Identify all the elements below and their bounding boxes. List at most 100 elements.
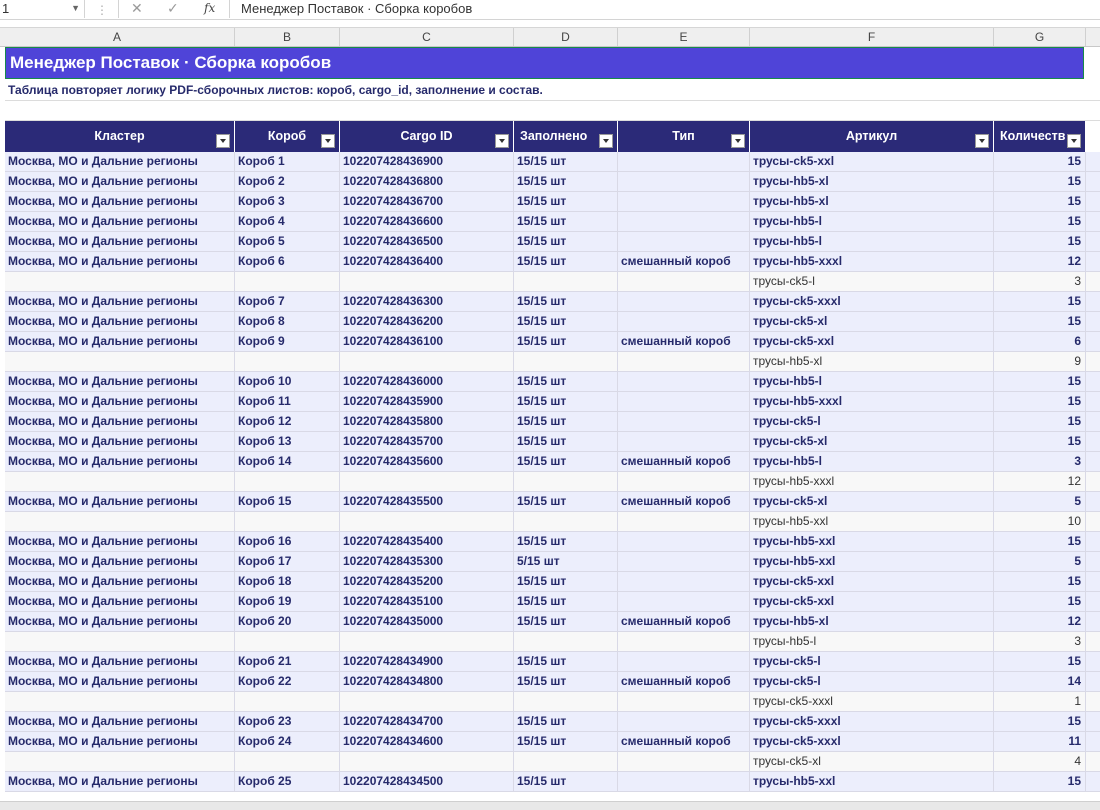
filled-cell[interactable]: 15/15 шт	[514, 392, 618, 411]
cluster-cell[interactable]	[5, 632, 235, 651]
type-cell[interactable]	[618, 752, 750, 771]
box-cell[interactable]: Короб 18	[235, 572, 340, 591]
quantity-cell[interactable]: 15	[994, 772, 1086, 791]
quantity-cell[interactable]: 9	[994, 352, 1086, 371]
cargo-id-cell[interactable]: 102207428434900	[340, 652, 514, 671]
quantity-cell[interactable]: 15	[994, 412, 1086, 431]
cancel-icon[interactable]: ✕	[131, 0, 143, 17]
article-cell[interactable]: трусы-ck5-l	[750, 672, 994, 691]
quantity-cell[interactable]: 15	[994, 192, 1086, 211]
box-cell[interactable]: Короб 12	[235, 412, 340, 431]
quantity-cell[interactable]: 15	[994, 572, 1086, 591]
box-cell[interactable]	[235, 692, 340, 711]
name-box[interactable]: 1 ▼	[0, 0, 85, 18]
box-cell[interactable]	[235, 472, 340, 491]
article-cell[interactable]: трусы-ck5-xxl	[750, 332, 994, 351]
quantity-cell[interactable]: 10	[994, 512, 1086, 531]
function-icon[interactable]: fx	[204, 1, 215, 15]
cluster-cell[interactable]: Москва, МО и Дальние регионы	[5, 492, 235, 511]
article-cell[interactable]: трусы-ck5-xxxl	[750, 692, 994, 711]
cargo-id-cell[interactable]: 102207428436000	[340, 372, 514, 391]
type-cell[interactable]	[618, 552, 750, 571]
type-cell[interactable]	[618, 272, 750, 291]
box-cell[interactable]: Короб 8	[235, 312, 340, 331]
type-cell[interactable]	[618, 412, 750, 431]
type-cell[interactable]	[618, 352, 750, 371]
box-cell[interactable]: Короб 2	[235, 172, 340, 191]
filled-cell[interactable]: 15/15 шт	[514, 652, 618, 671]
cluster-cell[interactable]: Москва, МО и Дальние регионы	[5, 292, 235, 311]
type-cell[interactable]	[618, 652, 750, 671]
article-cell[interactable]: трусы-ck5-xxxl	[750, 732, 994, 751]
article-cell[interactable]: трусы-hb5-xxl	[750, 532, 994, 551]
type-cell[interactable]	[618, 472, 750, 491]
article-cell[interactable]: трусы-ck5-xl	[750, 492, 994, 511]
cluster-cell[interactable]: Москва, МО и Дальние регионы	[5, 312, 235, 331]
cluster-cell[interactable]: Москва, МО и Дальние регионы	[5, 452, 235, 471]
cargo-id-cell[interactable]: 102207428436800	[340, 172, 514, 191]
type-cell[interactable]	[618, 712, 750, 731]
cargo-id-cell[interactable]: 102207428434500	[340, 772, 514, 791]
cargo-id-cell[interactable]: 102207428434700	[340, 712, 514, 731]
box-cell[interactable]: Короб 10	[235, 372, 340, 391]
type-cell[interactable]: смешанный короб	[618, 252, 750, 271]
formula-input[interactable]: Менеджер Поставок · Сборка коробов	[241, 1, 472, 16]
cargo-id-cell[interactable]: 102207428436900	[340, 152, 514, 171]
cluster-cell[interactable]: Москва, МО и Дальние регионы	[5, 372, 235, 391]
cargo-id-cell[interactable]: 102207428436600	[340, 212, 514, 231]
box-cell[interactable]: Короб 24	[235, 732, 340, 751]
type-cell[interactable]	[618, 192, 750, 211]
column-header-e[interactable]: E	[618, 28, 750, 46]
filter-dropdown-icon[interactable]	[599, 134, 613, 148]
type-cell[interactable]	[618, 392, 750, 411]
cluster-cell[interactable]: Москва, МО и Дальние регионы	[5, 772, 235, 791]
type-cell[interactable]: смешанный короб	[618, 452, 750, 471]
type-cell[interactable]	[618, 692, 750, 711]
cluster-cell[interactable]: Москва, МО и Дальние регионы	[5, 232, 235, 251]
column-header-a[interactable]: A	[0, 28, 235, 46]
type-cell[interactable]	[618, 572, 750, 591]
cluster-cell[interactable]: Москва, МО и Дальние регионы	[5, 572, 235, 591]
quantity-cell[interactable]: 15	[994, 432, 1086, 451]
type-cell[interactable]	[618, 292, 750, 311]
article-cell[interactable]: трусы-hb5-xl	[750, 192, 994, 211]
filled-cell[interactable]: 15/15 шт	[514, 292, 618, 311]
cargo-id-cell[interactable]: 102207428435200	[340, 572, 514, 591]
cargo-id-cell[interactable]: 102207428436700	[340, 192, 514, 211]
quantity-cell[interactable]: 5	[994, 492, 1086, 511]
cluster-cell[interactable]: Москва, МО и Дальние регионы	[5, 532, 235, 551]
more-options-icon[interactable]: ⋮	[96, 3, 108, 17]
type-cell[interactable]	[618, 592, 750, 611]
type-cell[interactable]	[618, 532, 750, 551]
cargo-id-cell[interactable]	[340, 272, 514, 291]
cluster-cell[interactable]	[5, 472, 235, 491]
cluster-cell[interactable]	[5, 272, 235, 291]
box-cell[interactable]: Короб 17	[235, 552, 340, 571]
cargo-id-cell[interactable]: 102207428435000	[340, 612, 514, 631]
filled-cell[interactable]: 15/15 шт	[514, 332, 618, 351]
cargo-id-cell[interactable]: 102207428434800	[340, 672, 514, 691]
filled-cell[interactable]: 15/15 шт	[514, 672, 618, 691]
article-cell[interactable]: трусы-ck5-l	[750, 272, 994, 291]
article-cell[interactable]: трусы-ck5-xxl	[750, 572, 994, 591]
quantity-cell[interactable]: 15	[994, 712, 1086, 731]
filled-cell[interactable]: 5/15 шт	[514, 552, 618, 571]
filter-dropdown-icon[interactable]	[321, 134, 335, 148]
article-cell[interactable]: трусы-hb5-xxl	[750, 552, 994, 571]
cargo-id-cell[interactable]: 102207428436200	[340, 312, 514, 331]
filled-cell[interactable]: 15/15 шт	[514, 212, 618, 231]
box-cell[interactable]	[235, 512, 340, 531]
type-cell[interactable]	[618, 372, 750, 391]
filled-cell[interactable]	[514, 352, 618, 371]
quantity-cell[interactable]: 1	[994, 692, 1086, 711]
article-cell[interactable]: трусы-hb5-xxl	[750, 512, 994, 531]
box-cell[interactable]: Короб 4	[235, 212, 340, 231]
article-cell[interactable]: трусы-ck5-xxl	[750, 592, 994, 611]
cargo-id-cell[interactable]: 102207428435800	[340, 412, 514, 431]
cargo-id-cell[interactable]: 102207428435100	[340, 592, 514, 611]
cluster-cell[interactable]: Москва, МО и Дальние регионы	[5, 432, 235, 451]
article-cell[interactable]: трусы-hb5-l	[750, 372, 994, 391]
article-cell[interactable]: трусы-ck5-xl	[750, 432, 994, 451]
filled-cell[interactable]: 15/15 шт	[514, 192, 618, 211]
box-cell[interactable]	[235, 632, 340, 651]
